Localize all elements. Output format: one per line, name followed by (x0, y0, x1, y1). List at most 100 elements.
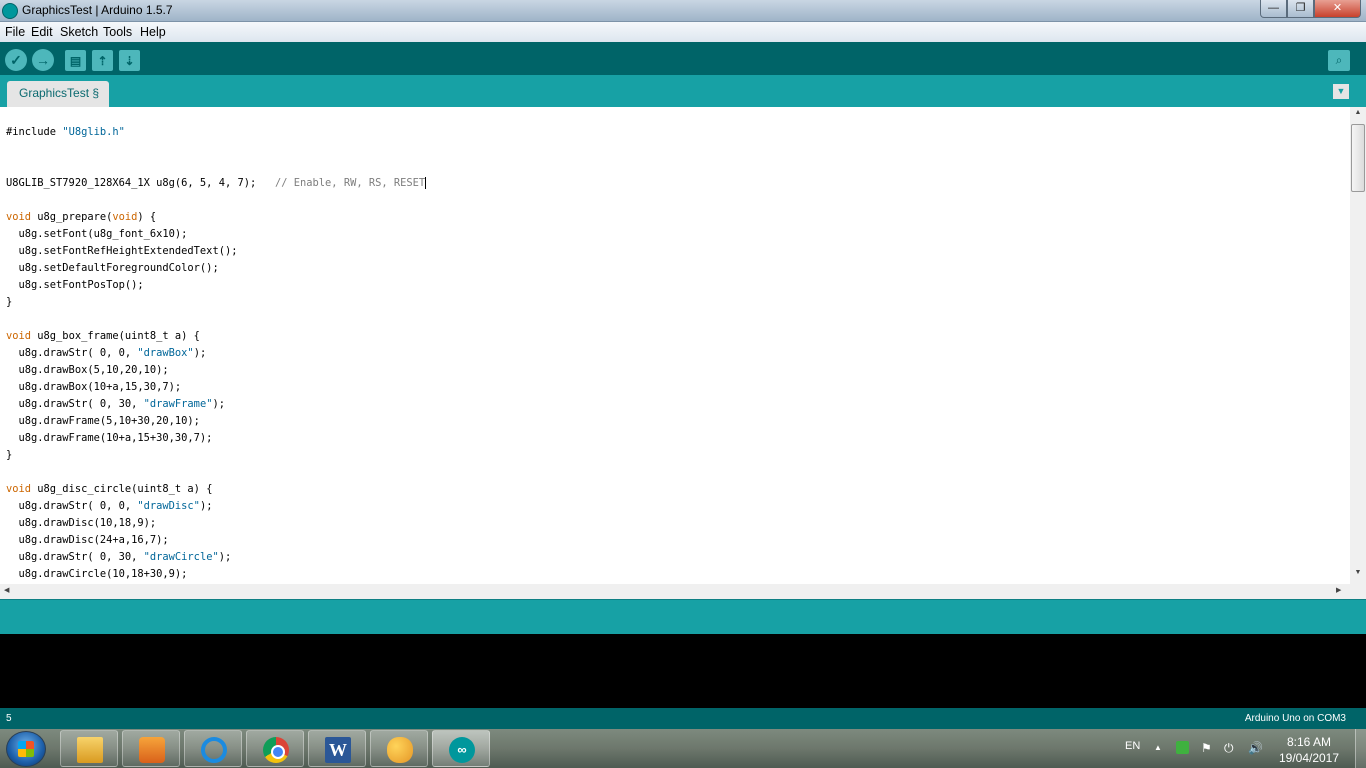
save-button[interactable]: ⇣ (119, 50, 140, 71)
code-line[interactable]: u8g.drawCircle(10,18+30,9); (6, 566, 426, 583)
show-hidden-icons-icon[interactable]: ▲ (1154, 743, 1167, 756)
code-line[interactable]: } (6, 447, 426, 464)
code-token: u8g_disc_circle(uint8_t a) { (31, 483, 213, 495)
menu-edit[interactable]: Edit (31, 25, 53, 39)
clock[interactable]: 8:16 AM 19/04/2017 (1278, 734, 1340, 766)
code-line[interactable] (6, 141, 426, 158)
taskbar-app-explorer[interactable] (60, 730, 118, 767)
code-token: ); (218, 551, 232, 563)
menu-tools[interactable]: Tools (103, 25, 132, 39)
tab-graphicstest[interactable]: GraphicsTest § (7, 81, 109, 107)
verify-button[interactable]: ✓ (5, 49, 27, 71)
code-line[interactable]: u8g.drawStr( 0, 30, "drawCircle"); (6, 549, 426, 566)
code-line[interactable]: u8g.drawFrame(10+a,15+30,30,7); (6, 430, 426, 447)
code-line[interactable]: U8GLIB_ST7920_128X64_1X u8g(6, 5, 4, 7);… (6, 175, 427, 192)
code-line[interactable]: u8g.drawDisc(24+a,16,7); (6, 532, 426, 549)
code-line[interactable]: u8g.setDefaultForegroundColor(); (6, 260, 426, 277)
clock-date: 19/04/2017 (1278, 751, 1340, 765)
close-button[interactable]: ✕ (1314, 0, 1361, 18)
code-line[interactable]: u8g.setFontRefHeightExtendedText(); (6, 243, 426, 260)
taskbar-app-paint[interactable] (370, 730, 428, 767)
code-line[interactable]: void u8g_prepare(void) { (6, 209, 426, 226)
upload-button[interactable]: → (32, 49, 54, 71)
magnifier-icon: ⌕ (1335, 53, 1343, 67)
volume-icon[interactable]: 🔊 (1248, 741, 1263, 755)
internet-explorer-icon (201, 737, 227, 763)
serial-monitor-button[interactable]: ⌕ (1328, 50, 1350, 71)
code-line[interactable]: #include "U8glib.h" (6, 124, 426, 141)
code-keyword: void (6, 483, 32, 495)
menu-sketch[interactable]: Sketch (60, 25, 98, 39)
code-keyword: void (6, 211, 32, 223)
taskbar-app-ie[interactable] (184, 730, 242, 767)
new-button[interactable]: ▤ (65, 50, 86, 71)
tray-app-icon[interactable] (1176, 741, 1189, 754)
toolbar: ✓ → ▤ ⇡ ⇣ ⌕ (0, 42, 1366, 75)
scroll-down-icon[interactable]: ▼ (1350, 569, 1366, 576)
code-line[interactable]: } (6, 294, 426, 311)
code-line[interactable]: u8g.drawDisc(10,18,9); (6, 515, 426, 532)
horizontal-scrollbar[interactable]: ◀ ▶ (0, 584, 1350, 599)
code-line[interactable]: u8g.drawStr( 0, 0, "drawDisc"); (6, 498, 426, 515)
code-token: u8g.drawBox(5,10,20,10); (6, 364, 169, 376)
code-string: "drawBox" (137, 347, 194, 359)
code-line[interactable]: u8g.setFont(u8g_font_6x10); (6, 226, 426, 243)
code-line[interactable] (6, 464, 426, 481)
code-keyword: void (6, 330, 32, 342)
vertical-scrollbar[interactable]: ▲ ▼ (1350, 107, 1366, 584)
windows-logo-icon (18, 741, 34, 757)
code-token: u8g.drawFrame(10+a,15+30,30,7); (6, 432, 213, 444)
save-icon: ⇣ (124, 54, 135, 68)
word-icon: W (325, 737, 351, 763)
power-plug-icon[interactable]: ⏻ (1224, 741, 1237, 755)
code-text[interactable]: #include "U8glib.h" U8GLIB_ST7920_128X64_… (6, 124, 427, 583)
code-line[interactable] (6, 158, 426, 175)
code-token: U8GLIB_ST7920_128X64_1X u8g(6, 5, 4, 7); (6, 177, 275, 189)
code-token: } (6, 296, 13, 308)
menu-help[interactable]: Help (140, 25, 166, 39)
code-line[interactable]: u8g.drawFrame(5,10+30,20,10); (6, 413, 426, 430)
code-line[interactable]: void u8g_disc_circle(uint8_t a) { (6, 481, 426, 498)
folder-icon (77, 737, 103, 763)
code-token: u8g_prepare( (31, 211, 113, 223)
console-output[interactable] (0, 634, 1366, 708)
scroll-thumb[interactable] (1351, 124, 1365, 192)
code-line[interactable]: u8g.drawBox(5,10,20,10); (6, 362, 426, 379)
code-token: u8g.drawStr( 0, 30, (6, 398, 144, 410)
scroll-up-icon[interactable]: ▲ (1350, 109, 1366, 116)
taskbar-app-chrome[interactable] (246, 730, 304, 767)
menu-bar: File Edit Sketch Tools Help (0, 22, 1366, 42)
code-line[interactable]: u8g.drawStr( 0, 30, "drawFrame"); (6, 396, 426, 413)
taskbar-app-media[interactable] (122, 730, 180, 767)
message-area (0, 599, 1366, 634)
code-line[interactable]: void u8g_box_frame(uint8_t a) { (6, 328, 426, 345)
code-token: u8g.drawStr( 0, 0, (6, 500, 138, 512)
code-line[interactable]: u8g.drawStr( 0, 0, "drawBox"); (6, 345, 426, 362)
start-button[interactable] (6, 731, 46, 767)
code-line[interactable]: u8g.setFontPosTop(); (6, 277, 426, 294)
code-line[interactable]: u8g.drawBox(10+a,15,30,7); (6, 379, 426, 396)
minimize-button[interactable]: — (1260, 0, 1287, 18)
language-indicator[interactable]: EN (1125, 740, 1140, 752)
code-keyword: void (112, 211, 138, 223)
code-line[interactable] (6, 311, 426, 328)
tab-menu-button[interactable]: ▼ (1333, 84, 1349, 99)
scroll-left-icon[interactable]: ◀ (4, 586, 9, 594)
open-button[interactable]: ⇡ (92, 50, 113, 71)
code-token: ); (212, 398, 225, 410)
restore-button[interactable]: ❐ (1287, 0, 1314, 18)
code-editor[interactable]: #include "U8glib.h" U8GLIB_ST7920_128X64_… (0, 107, 1350, 584)
scroll-right-icon[interactable]: ▶ (1336, 586, 1341, 594)
menu-file[interactable]: File (5, 25, 25, 39)
code-token: u8g.drawStr( 0, 0, (6, 347, 138, 359)
show-desktop-button[interactable] (1355, 729, 1366, 768)
open-icon: ⇡ (97, 54, 108, 68)
code-string: "drawCircle" (143, 551, 219, 563)
taskbar-app-word[interactable]: W (308, 730, 366, 767)
code-token: u8g.drawDisc(10,18,9); (6, 517, 157, 529)
code-token: u8g.setFontRefHeightExtendedText(); (6, 245, 238, 257)
taskbar-app-arduino[interactable]: ∞ (432, 730, 490, 767)
code-line[interactable] (6, 192, 426, 209)
arduino-app-icon[interactable] (2, 3, 18, 19)
action-center-flag-icon[interactable]: ⚑ (1201, 741, 1214, 755)
